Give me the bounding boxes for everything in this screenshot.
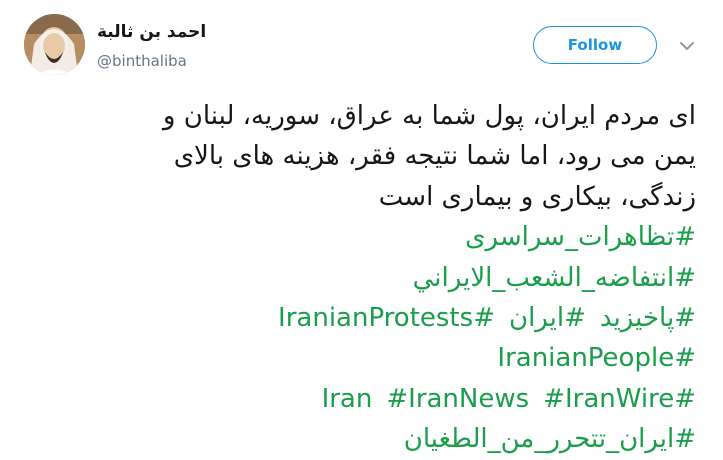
hashtag-link[interactable]: #IranWire: [543, 384, 674, 414]
follow-button[interactable]: Follow: [533, 26, 657, 64]
hashtag-line: #IranianPeople: [16, 338, 696, 378]
tweet-text-line: ای مردم ایران، پول شما به عراق، سوریه، ل…: [162, 101, 696, 131]
hashtag-line: #تظاهرات_سراسری: [16, 217, 696, 257]
hashtag-line: #انتفاضه_الشعب_الايراني: [16, 258, 696, 298]
tweet-text-line: زندگی، بیکاری و بیماری است: [378, 181, 696, 212]
hashtag-line: #ایران_تتحرر_من_الطغيان: [16, 419, 696, 459]
username-handle[interactable]: @binthaliba: [97, 52, 187, 70]
hashtag-link[interactable]: #انتفاضه_الشعب_الايراني: [413, 263, 696, 293]
avatar[interactable]: [24, 14, 85, 75]
hashtag-line: #پاخیزید #ایران #IranianProtests: [16, 298, 696, 338]
tweet-text-line: یمن می رود، اما شما نتیجه فقر، هزینه های…: [173, 141, 696, 172]
display-name[interactable]: احمد بن ثالبة: [97, 22, 206, 42]
hashtag-link[interactable]: #IranNews: [386, 384, 529, 414]
hashtag-link[interactable]: #IranianPeople: [497, 343, 696, 373]
hashtag-link[interactable]: #ایران_تتحرر_من_الطغيان: [404, 424, 696, 454]
tweet-body: ای مردم ایران، پول شما به عراق، سوریه، ل…: [16, 96, 696, 460]
hashtag-link[interactable]: #پاخیزید: [600, 303, 696, 333]
hashtag-link[interactable]: #IranianProtests: [278, 303, 495, 333]
chevron-down-icon[interactable]: [679, 38, 695, 52]
hashtag-link[interactable]: #ایران: [509, 303, 586, 333]
hashtag-line: #Iran#IranNews #IranWire: [16, 379, 696, 419]
hashtag-link[interactable]: #تظاهرات_سراسری: [465, 222, 696, 252]
